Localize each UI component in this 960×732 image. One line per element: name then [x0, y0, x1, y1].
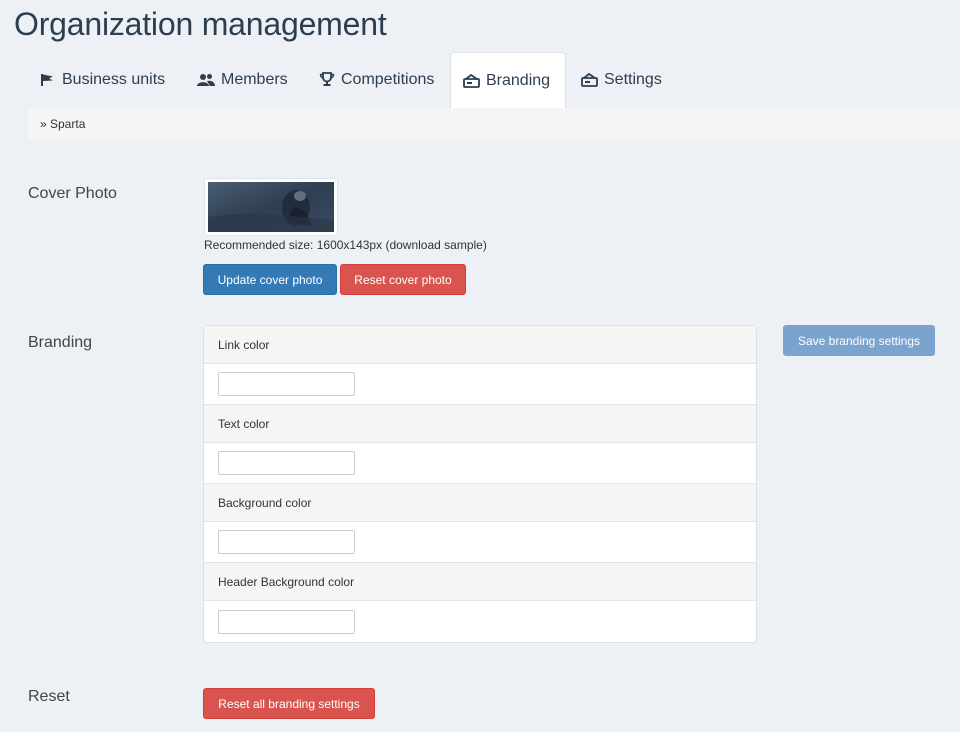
tab-label: Branding [486, 71, 551, 89]
flag-icon [40, 73, 56, 87]
cover-photo-thumbnail [204, 178, 338, 236]
header-background-color-label: Header Background color [204, 563, 756, 601]
cover-size-hint: Recommended size: 1600x143px (download s… [204, 238, 487, 252]
tab-label: Settings [604, 70, 662, 88]
save-branding-settings-button[interactable]: Save branding settings [783, 325, 935, 356]
tab-label: Business units [62, 70, 166, 88]
branding-label: Branding [28, 334, 93, 351]
tab-branding[interactable]: Branding [450, 52, 566, 108]
reset-label: Reset [28, 688, 70, 705]
tab-label: Members [221, 70, 288, 88]
background-color-input[interactable] [218, 530, 355, 554]
reset-all-branding-button[interactable]: Reset all branding settings [203, 688, 375, 719]
link-color-input[interactable] [218, 372, 355, 396]
breadcrumb: » Sparta [28, 108, 960, 140]
text-color-row [204, 443, 756, 484]
stamp-icon [463, 73, 480, 88]
link-color-row [204, 364, 756, 405]
text-color-input[interactable] [218, 451, 355, 475]
tab-settings[interactable]: Settings [569, 52, 674, 107]
background-color-label: Background color [204, 484, 756, 522]
tab-bar: Business units Members Competitions Bran… [28, 52, 960, 109]
update-cover-photo-button[interactable]: Update cover photo [203, 264, 337, 295]
link-color-label: Link color [204, 326, 756, 364]
tab-business-units[interactable]: Business units [28, 52, 177, 107]
background-color-row [204, 522, 756, 563]
stamp-icon [581, 72, 598, 87]
text-color-label: Text color [204, 405, 756, 443]
trophy-icon [319, 72, 335, 87]
reset-cover-photo-button[interactable]: Reset cover photo [340, 264, 466, 295]
tab-members[interactable]: Members [185, 52, 300, 107]
page-title: Organization management [14, 6, 387, 42]
tab-competitions[interactable]: Competitions [307, 52, 446, 107]
header-background-color-row [204, 601, 756, 642]
header-background-color-input[interactable] [218, 609, 355, 634]
tab-label: Competitions [341, 70, 435, 88]
breadcrumb-item[interactable]: » Sparta [40, 117, 85, 131]
branding-panel: Link color Text color Background color H… [203, 325, 757, 643]
cover-photo-label: Cover Photo [28, 185, 117, 202]
users-icon [197, 73, 215, 87]
